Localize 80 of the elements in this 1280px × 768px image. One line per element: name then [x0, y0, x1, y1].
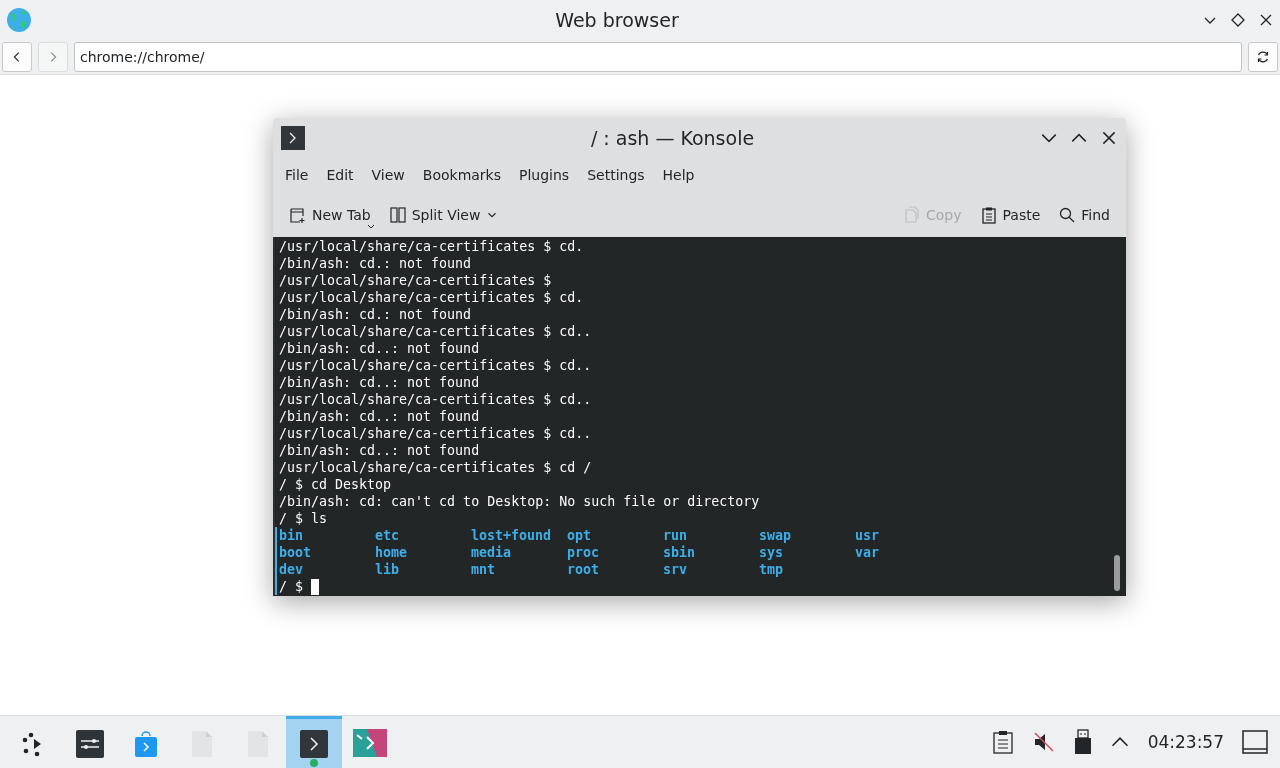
terminal-line: /bin/ash: cd..: not found	[279, 408, 481, 425]
split-view-button[interactable]: Split View	[382, 201, 506, 228]
clock[interactable]: 04:23:57	[1147, 732, 1224, 752]
new-tab-icon	[289, 205, 307, 224]
shopping-bag-icon	[132, 729, 160, 758]
terminal-line: /usr/local/share/ca-certificates $ cd..	[279, 391, 593, 408]
menu-item[interactable]: View	[363, 163, 413, 187]
cursor	[311, 578, 320, 595]
terminal-line: /bin/ash: cd.: not found	[279, 255, 473, 272]
window-title: Web browser	[554, 9, 680, 31]
directory-name: lost+found	[471, 527, 553, 544]
directory-name: tmp	[759, 561, 785, 578]
directory-name: opt	[567, 527, 593, 544]
close-icon	[1100, 129, 1118, 147]
terminal-line: /bin/ash: cd..: not found	[279, 442, 481, 459]
menu-item[interactable]: Edit	[318, 163, 362, 187]
scrollbar-handle[interactable]	[1114, 555, 1120, 591]
show-desktop-icon[interactable]	[1242, 730, 1268, 754]
terminal-line: /bin/ash: cd.: not found	[279, 306, 473, 323]
directory-name: lib	[375, 561, 401, 578]
directory-name: srv	[663, 561, 689, 578]
reload-button[interactable]	[1248, 42, 1278, 72]
copy-icon	[903, 205, 921, 224]
terminal-line: /usr/local/share/ca-certificates $	[279, 272, 553, 289]
menu-item[interactable]: Settings	[579, 163, 653, 187]
terminal-line: / $ cd Desktop	[279, 476, 393, 493]
terminal-line: /usr/local/share/ca-certificates $ cd.	[279, 289, 585, 306]
terminal-line: /usr/local/share/ca-certificates $ cd..	[279, 357, 593, 374]
terminal-line: /usr/local/share/ca-certificates $ cd /	[279, 459, 593, 476]
window-title: / : ash — Konsole	[589, 127, 756, 149]
menu-item[interactable]: Help	[654, 163, 703, 187]
terminal-line: /usr/local/share/ca-certificates $ cd.	[279, 238, 585, 255]
clipboard-icon[interactable]	[991, 730, 1014, 754]
menu-item[interactable]: File	[277, 163, 317, 187]
directory-name: var	[855, 544, 881, 561]
new-tab-button[interactable]: New Tab	[283, 201, 377, 228]
terminal-line: /usr/local/share/ca-certificates $ cd..	[279, 425, 593, 442]
terminal-line: /bin/ash: cd: can't cd to Desktop: No such file or directory	[279, 493, 761, 510]
address-field[interactable]: chrome://chrome/	[74, 42, 1242, 72]
keep-above-icon	[1230, 12, 1246, 28]
muted-speaker-icon[interactable]	[1031, 730, 1056, 754]
directory-name: dev	[279, 561, 305, 578]
document-icon	[246, 729, 270, 758]
menu-item[interactable]: Bookmarks	[414, 163, 509, 187]
search-icon	[1058, 205, 1077, 224]
paste-button[interactable]: Paste	[973, 201, 1047, 228]
terminal-icon	[281, 126, 305, 150]
directory-name: root	[567, 561, 601, 578]
directory-name: bin	[279, 527, 305, 544]
app-icon	[353, 728, 387, 759]
globe-icon	[6, 7, 32, 33]
usb-drive-icon[interactable]	[1073, 729, 1092, 755]
terminal-line: /bin/ash: cd..: not found	[279, 374, 481, 391]
taskbar-button[interactable]	[286, 716, 342, 768]
directory-name: proc	[567, 544, 601, 561]
caret-icon	[366, 223, 375, 230]
terminal-line: /usr/local/share/ca-certificates $ cd..	[279, 323, 593, 340]
directory-name: sys	[759, 544, 785, 561]
close-icon	[1258, 12, 1274, 28]
directory-name: sbin	[663, 544, 697, 561]
directory-name: home	[375, 544, 409, 561]
directory-name: etc	[375, 527, 401, 544]
terminal-line: / $ ls	[279, 510, 329, 527]
directory-name: mnt	[471, 561, 497, 578]
directory-name: boot	[279, 544, 313, 561]
prompt: / $	[279, 578, 304, 595]
reload-icon	[1256, 50, 1270, 64]
document-icon	[190, 729, 214, 758]
directory-name: media	[471, 544, 513, 561]
find-button[interactable]: Find	[1052, 201, 1116, 228]
terminal-icon	[300, 729, 328, 758]
clipboard-icon	[979, 205, 998, 224]
directory-name: run	[663, 527, 689, 544]
directory-name: usr	[855, 527, 881, 544]
terminal-line: /bin/ash: cd..: not found	[279, 340, 481, 357]
terminal-area[interactable]	[273, 237, 1126, 596]
split-view-icon	[388, 205, 407, 224]
menu-item[interactable]: Plugins	[511, 163, 578, 187]
directory-name: swap	[759, 527, 793, 544]
sliders-icon	[76, 729, 104, 758]
